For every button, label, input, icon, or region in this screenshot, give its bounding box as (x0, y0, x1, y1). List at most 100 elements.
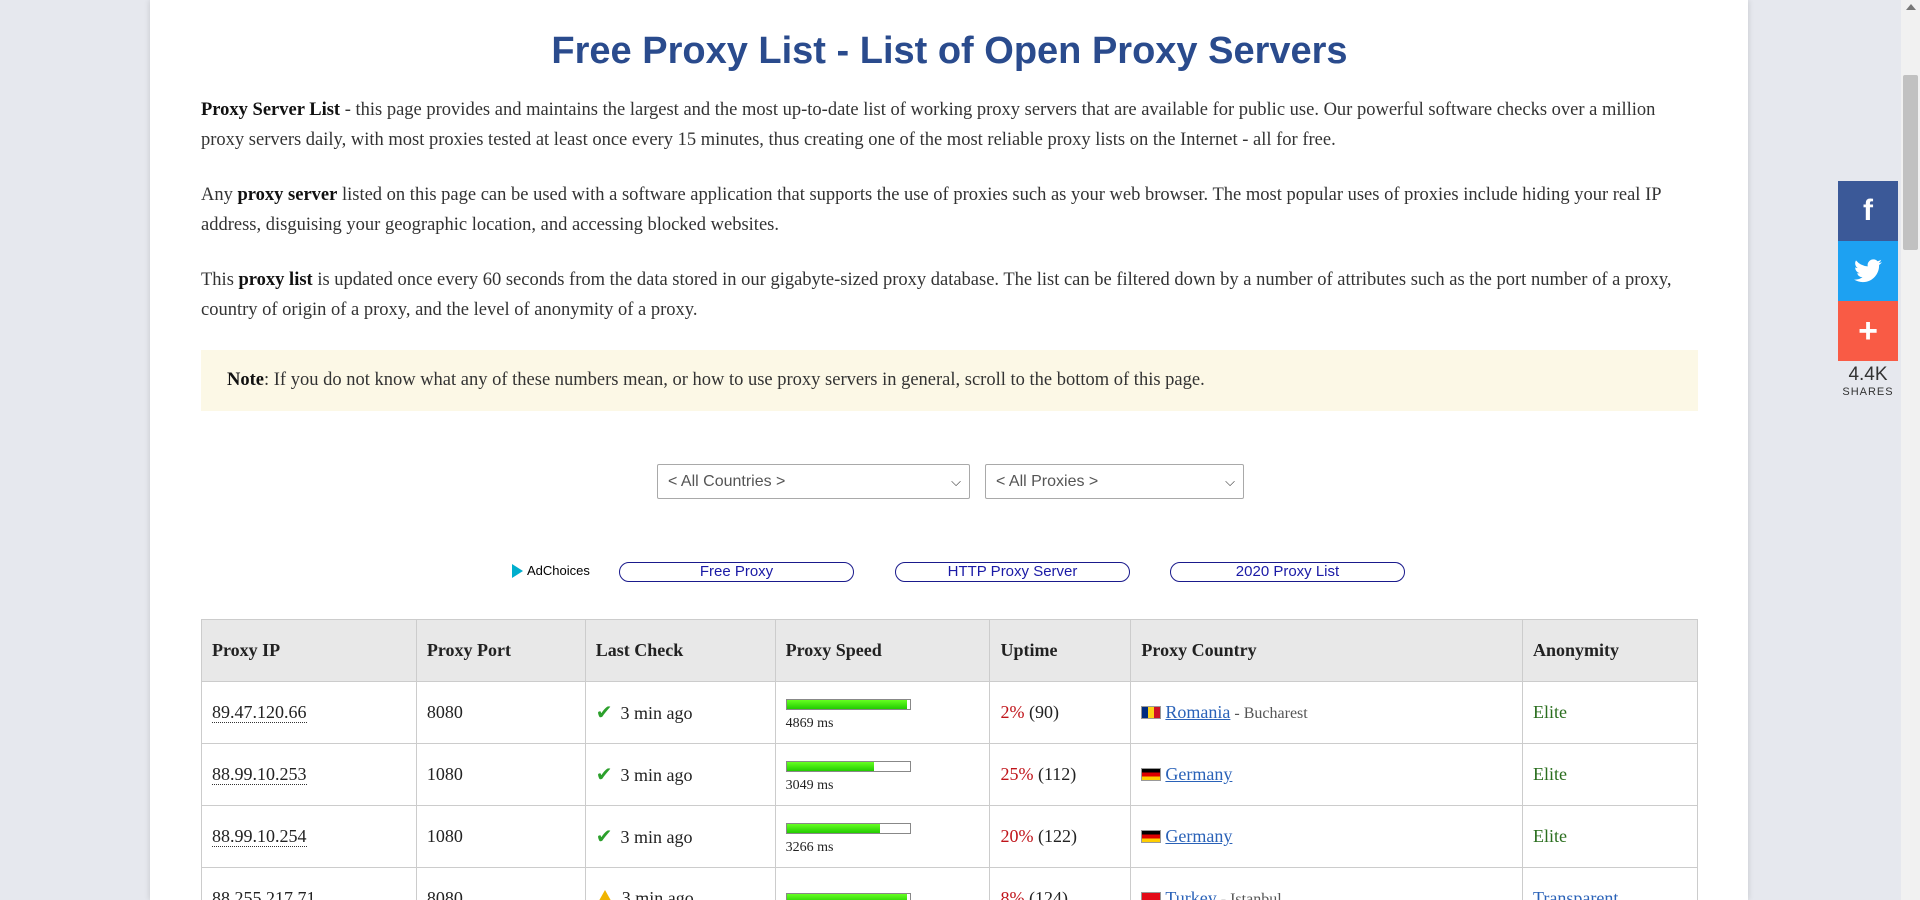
note-bold: Note (227, 370, 264, 390)
twitter-share-button[interactable] (1838, 241, 1898, 301)
checkmark-icon: ✔ (595, 826, 613, 848)
proxy-select-value: < All Proxies > (996, 473, 1099, 490)
uptime-percent: 25% (1000, 764, 1034, 784)
country-link[interactable]: Germany (1165, 826, 1232, 846)
cell-country: Romania - Bucharest (1130, 681, 1524, 744)
speed-bar-fill (786, 894, 908, 900)
cell-port: 1080 (415, 743, 586, 806)
header-proxy-country[interactable]: Proxy Country (1130, 619, 1524, 682)
more-share-button[interactable]: + (1838, 301, 1898, 361)
cell-ip: 89.47.120.66 (201, 681, 417, 744)
cell-speed: 3266 ms (774, 805, 991, 868)
ad-link-http-proxy-server[interactable]: HTTP Proxy Server (895, 562, 1130, 582)
page-title: Free Proxy List - List of Open Proxy Ser… (551, 30, 1348, 72)
table-header-row: Proxy IP Proxy Port Last Check Proxy Spe… (201, 619, 1698, 682)
proxy-ip-link[interactable]: 88.255.217.71 (212, 888, 316, 900)
chevron-down-icon: ⌵ (1225, 474, 1235, 489)
uptime-percent: 20% (1000, 826, 1034, 846)
facebook-share-button[interactable]: f (1838, 181, 1898, 241)
cell-last-check: ✔ 3 min ago (584, 743, 776, 806)
proxy-ip-link[interactable]: 88.99.10.253 (212, 764, 307, 785)
flag-icon (1141, 768, 1162, 781)
intro-paragraph-1: Proxy Server List - this page provides a… (201, 95, 1698, 155)
cell-ip: 88.99.10.253 (201, 743, 417, 806)
speed-bar-fill (786, 824, 881, 833)
cell-last-check: 3 min ago (584, 867, 776, 900)
adchoices-link[interactable]: AdChoices (512, 563, 590, 578)
header-anonymity[interactable]: Anonymity (1522, 619, 1698, 682)
table-row: 88.255.217.71 8080 3 min ago 8% (124) Turkey… (201, 867, 1698, 900)
intro-bold-3: proxy list (238, 270, 313, 290)
country-link[interactable]: Turkey (1165, 888, 1216, 900)
cell-anonymity: Elite (1522, 681, 1698, 744)
flag-icon (1141, 830, 1162, 843)
adchoices-icon (512, 563, 523, 578)
cell-uptime: 20% (122) (989, 805, 1132, 868)
cell-ip: 88.255.217.71 (201, 867, 417, 900)
country-link[interactable]: Romania (1165, 702, 1230, 722)
city-text: - Bucharest (1230, 705, 1308, 722)
cell-last-check: ✔ 3 min ago (584, 681, 776, 744)
cell-speed (774, 867, 991, 900)
intro-paragraph-2: Any proxy server listed on this page can… (201, 180, 1698, 240)
checkmark-icon: ✔ (595, 702, 613, 724)
plus-icon: + (1858, 311, 1878, 350)
header-proxy-speed[interactable]: Proxy Speed (774, 619, 991, 682)
speed-value: 3266 ms (785, 840, 834, 855)
share-count: 4.4K (1848, 364, 1888, 385)
proxy-ip-link[interactable]: 89.47.120.66 (212, 702, 307, 723)
cell-uptime: 8% (124) (989, 867, 1132, 900)
last-check-text: 3 min ago (621, 888, 694, 900)
speed-bar (785, 823, 911, 834)
scroll-thumb[interactable] (1903, 75, 1918, 250)
cell-port: 8080 (415, 867, 586, 900)
share-bar: f + 4.4K SHARES (1838, 181, 1898, 398)
speed-bar (785, 761, 911, 772)
intro-paragraph-3: This proxy list is updated once every 60… (201, 265, 1698, 325)
country-select-value: < All Countries > (668, 473, 786, 490)
checkmark-icon: ✔ (595, 764, 613, 786)
cell-country: Germany (1130, 743, 1524, 806)
header-proxy-port[interactable]: Proxy Port (415, 619, 586, 682)
intro-pre-3: This (201, 270, 239, 290)
uptime-percent: 2% (1000, 702, 1025, 722)
proxy-type-select[interactable]: < All Proxies > ⌵ (985, 464, 1244, 499)
cell-uptime: 25% (112) (989, 743, 1132, 806)
note-text: : If you do not know what any of these n… (263, 370, 1205, 390)
last-check-text: 3 min ago (620, 765, 693, 785)
note-box: Note: If you do not know what any of the… (201, 350, 1698, 411)
intro-bold-2: proxy server (237, 185, 338, 205)
cell-speed: 3049 ms (774, 743, 991, 806)
speed-bar (785, 893, 911, 900)
page-scrollbar[interactable] (1901, 0, 1920, 900)
table-row: 88.99.10.254 1080 ✔ 3 min ago 3266 ms 20% (12… (201, 805, 1698, 868)
ad-link-free-proxy[interactable]: Free Proxy (619, 562, 854, 582)
proxy-table: Proxy IP Proxy Port Last Check Proxy Spe… (201, 619, 1698, 900)
speed-value: 3049 ms (785, 778, 834, 793)
country-select[interactable]: < All Countries > ⌵ (657, 464, 970, 499)
speed-bar (785, 699, 911, 710)
intro-text-3: is updated once every 60 seconds from th… (201, 270, 1672, 320)
uptime-count: (124) (1028, 888, 1068, 900)
speed-value: 4869 ms (785, 716, 834, 731)
ad-link-2020-proxy-list[interactable]: 2020 Proxy List (1170, 562, 1405, 582)
table-row: 88.99.10.253 1080 ✔ 3 min ago 3049 ms 25% (11… (201, 743, 1698, 806)
intro-text-2: listed on this page can be used with a s… (201, 185, 1661, 235)
twitter-icon (1854, 259, 1882, 283)
last-check-text: 3 min ago (620, 703, 693, 723)
proxy-ip-link[interactable]: 88.99.10.254 (212, 826, 307, 847)
speed-bar-fill (786, 700, 908, 709)
intro-text-1: - this page provides and maintains the l… (201, 100, 1656, 150)
scroll-up-arrow-icon[interactable] (1906, 4, 1916, 10)
share-label: SHARES (1842, 386, 1894, 398)
header-last-check[interactable]: Last Check (584, 619, 776, 682)
header-uptime[interactable]: Uptime (989, 619, 1132, 682)
city-text: - Istanbul (1216, 891, 1282, 900)
cell-port: 1080 (415, 805, 586, 868)
header-proxy-ip[interactable]: Proxy IP (201, 619, 417, 682)
uptime-count: (112) (1037, 764, 1077, 784)
cell-uptime: 2% (90) (989, 681, 1132, 744)
speed-bar-fill (786, 762, 874, 771)
country-link[interactable]: Germany (1165, 764, 1232, 784)
cell-port: 8080 (415, 681, 586, 744)
